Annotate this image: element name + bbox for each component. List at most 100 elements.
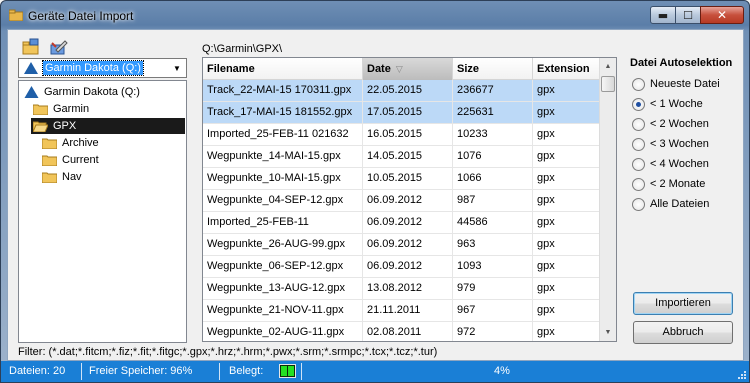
cell-ext: gpx xyxy=(533,256,600,278)
cell-filename: Wegpunkte_04-SEP-12.gpx xyxy=(203,190,363,212)
filter-text: Filter: (*.dat;*.fitcm;*.fiz;*.fit;*.fit… xyxy=(18,346,438,358)
tree-item-label: GPX xyxy=(53,120,77,132)
radio-button[interactable] xyxy=(632,118,645,131)
cell-size: 967 xyxy=(453,300,533,322)
edit-device-icon[interactable] xyxy=(50,38,68,56)
tree-item-current[interactable]: Current xyxy=(40,152,180,168)
chevron-down-icon[interactable]: ▼ xyxy=(169,60,185,76)
tree-item-garmin[interactable]: Garmin xyxy=(31,101,181,117)
title-bar[interactable]: Geräte Datei Import ▬ ☐ ✕ xyxy=(1,1,749,29)
import-dialog: Geräte Datei Import ▬ ☐ ✕ Garmin Dakota … xyxy=(0,0,750,383)
cell-size: 1066 xyxy=(453,168,533,190)
memory-meter xyxy=(279,364,296,378)
garmin-triangle-icon xyxy=(24,86,39,98)
tree-item-nav[interactable]: Nav xyxy=(40,169,180,185)
file-table[interactable]: Filename Date ▽ Size Extension Track_22-… xyxy=(202,57,617,342)
cell-ext: gpx xyxy=(533,124,600,146)
column-label: Extension xyxy=(537,63,590,75)
cell-filename: Track_22-MAI-15 170311.gpx xyxy=(203,80,363,102)
close-button[interactable]: ✕ xyxy=(700,6,744,24)
cell-filename: Wegpunkte_26-AUG-99.gpx xyxy=(203,234,363,256)
status-file-count: Dateien: 20 xyxy=(9,365,66,377)
cell-size: 44586 xyxy=(453,212,533,234)
radio-button[interactable] xyxy=(632,78,645,91)
cell-ext: gpx xyxy=(533,80,600,102)
column-filename[interactable]: Filename xyxy=(203,58,363,80)
scroll-up-icon[interactable]: ▲ xyxy=(600,58,616,75)
radio-button[interactable] xyxy=(632,158,645,171)
cell-size: 236677 xyxy=(453,80,533,102)
table-row[interactable]: Track_22-MAI-15 170311.gpx 22.05.2015 2366… xyxy=(203,80,600,102)
column-size[interactable]: Size xyxy=(453,58,533,80)
column-label: Date xyxy=(367,63,391,75)
table-row[interactable]: Wegpunkte_21-NOV-11.gpx 21.11.2011 967 gpx xyxy=(203,300,600,322)
cell-date: 16.05.2015 xyxy=(363,124,453,146)
cell-ext: gpx xyxy=(533,146,600,168)
radio-button[interactable] xyxy=(632,138,645,151)
column-extension[interactable]: Extension xyxy=(533,58,600,80)
tree-item-device[interactable]: Garmin Dakota (Q:) xyxy=(22,84,182,100)
table-row[interactable]: Wegpunkte_14-MAI-15.gpx 14.05.2015 1076 gpx xyxy=(203,146,600,168)
table-row[interactable]: Wegpunkte_13-AUG-12.gpx 13.08.2012 979 gpx xyxy=(203,278,600,300)
tree-item-label: Garmin Dakota (Q:) xyxy=(44,86,140,98)
scroll-thumb[interactable] xyxy=(601,76,615,92)
cell-size: 979 xyxy=(453,278,533,300)
cell-filename: Imported_25-FEB-11 xyxy=(203,212,363,234)
tree-item-archive[interactable]: Archive xyxy=(40,135,180,151)
cell-filename: Wegpunkte_21-NOV-11.gpx xyxy=(203,300,363,322)
radio-label: < 2 Monate xyxy=(650,178,706,190)
import-button[interactable]: Importieren xyxy=(633,292,733,315)
vertical-scrollbar[interactable]: ▲ ▼ xyxy=(599,58,616,341)
cell-ext: gpx xyxy=(533,300,600,322)
cell-date: 06.09.2012 xyxy=(363,256,453,278)
tree-item-gpx[interactable]: GPX xyxy=(31,118,185,134)
table-row[interactable]: Wegpunkte_04-SEP-12.gpx 06.09.2012 987 gpx xyxy=(203,190,600,212)
maximize-button[interactable]: ☐ xyxy=(675,6,701,24)
folder-open-icon xyxy=(33,121,48,132)
open-folder-icon[interactable] xyxy=(22,38,40,56)
table-row[interactable]: Wegpunkte_10-MAI-15.gpx 10.05.2015 1066 gpx xyxy=(203,168,600,190)
radio-label: < 1 Woche xyxy=(650,98,703,110)
radio-button[interactable] xyxy=(632,178,645,191)
cell-date: 14.05.2015 xyxy=(363,146,453,168)
cell-ext: gpx xyxy=(533,212,600,234)
status-free-memory: Freier Speicher: 96% xyxy=(89,365,193,377)
resize-grip-icon[interactable] xyxy=(737,370,747,380)
cell-date: 21.11.2011 xyxy=(363,300,453,322)
cancel-button[interactable]: Abbruch xyxy=(633,321,733,344)
cell-size: 1093 xyxy=(453,256,533,278)
table-row[interactable]: Wegpunkte_02-AUG-11.gpx 02.08.2011 972 gpx xyxy=(203,322,600,341)
column-label: Filename xyxy=(207,63,255,75)
current-path: Q:\Garmin\GPX\ xyxy=(202,43,283,55)
drive-select[interactable]: Garmin Dakota (Q:) ▼ xyxy=(18,58,187,78)
table-row[interactable]: Wegpunkte_26-AUG-99.gpx 06.09.2012 963 gpx xyxy=(203,234,600,256)
cell-date: 10.05.2015 xyxy=(363,168,453,190)
status-bar: Dateien: 20 Freier Speicher: 96% Belegt:… xyxy=(1,361,749,382)
cell-filename: Wegpunkte_13-AUG-12.gpx xyxy=(203,278,363,300)
table-header: Filename Date ▽ Size Extension xyxy=(203,58,600,80)
column-date[interactable]: Date ▽ xyxy=(363,58,453,80)
tree-item-label: Current xyxy=(62,154,99,166)
table-row[interactable]: Track_17-MAI-15 181552.gpx 17.05.2015 2256… xyxy=(203,102,600,124)
folder-icon xyxy=(42,155,57,166)
cell-ext: gpx xyxy=(533,168,600,190)
app-icon xyxy=(9,9,23,21)
status-divider xyxy=(219,363,220,380)
table-row[interactable]: Imported_25-FEB-11 06.09.2012 44586 gpx xyxy=(203,212,600,234)
cell-size: 225631 xyxy=(453,102,533,124)
radio-button[interactable] xyxy=(632,98,645,111)
cell-filename: Wegpunkte_06-SEP-12.gpx xyxy=(203,256,363,278)
tree-item-label: Archive xyxy=(62,137,99,149)
dialog-body: Garmin Dakota (Q:) ▼ Garmin Dakota (Q:) … xyxy=(7,29,744,361)
minimize-icon: ▬ xyxy=(657,8,669,22)
table-row[interactable]: Imported_25-FEB-11 021632 16.05.2015 10233… xyxy=(203,124,600,146)
scroll-down-icon[interactable]: ▼ xyxy=(600,324,616,341)
radio-button[interactable] xyxy=(632,198,645,211)
cell-filename: Track_17-MAI-15 181552.gpx xyxy=(203,102,363,124)
cell-filename: Wegpunkte_14-MAI-15.gpx xyxy=(203,146,363,168)
folder-tree[interactable]: Garmin Dakota (Q:) Garmin GPX Archive Cu… xyxy=(18,80,187,343)
status-divider xyxy=(81,363,82,380)
tree-item-label: Garmin xyxy=(53,103,90,115)
table-row[interactable]: Wegpunkte_06-SEP-12.gpx 06.09.2012 1093 gpx xyxy=(203,256,600,278)
minimize-button[interactable]: ▬ xyxy=(650,6,676,24)
